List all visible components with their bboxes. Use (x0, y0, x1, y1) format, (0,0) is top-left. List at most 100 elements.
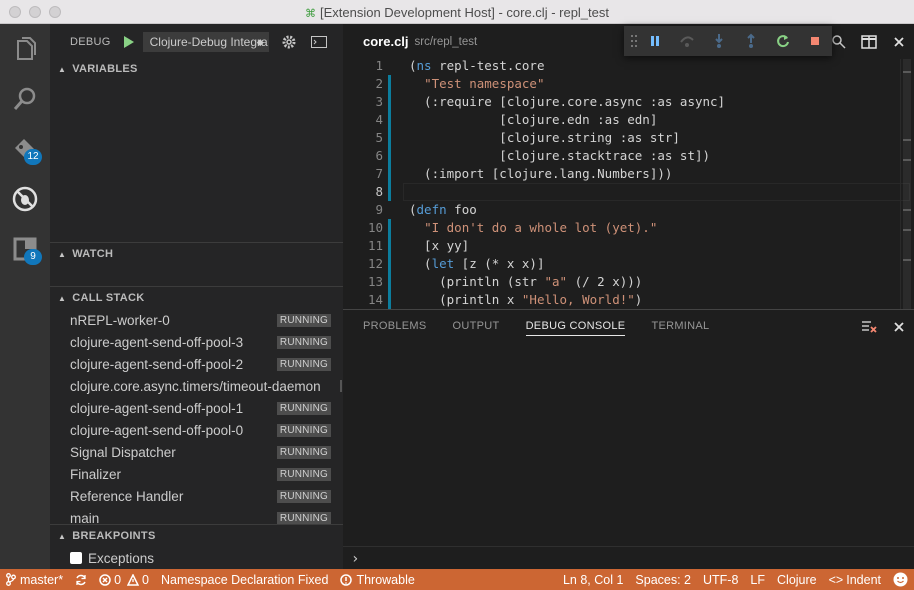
language-mode[interactable]: Clojure (771, 569, 823, 590)
git-branch-item[interactable]: master* (0, 569, 69, 590)
debug-console-button[interactable] (309, 32, 329, 52)
code-token: "Hello, World!" (521, 292, 635, 307)
pause-button[interactable] (639, 26, 671, 56)
collapse-triangle-icon: ▲ (58, 531, 67, 541)
step-into-icon (715, 34, 723, 48)
debug-activity[interactable] (0, 174, 50, 224)
variables-title: VARIABLES (72, 63, 138, 75)
close-panel-button[interactable] (884, 310, 914, 343)
watch-header[interactable]: ▲ WATCH (50, 243, 343, 265)
sync-button[interactable] (69, 569, 93, 590)
call-stack-row[interactable]: nREPL-worker-0 RUNNING (50, 309, 343, 331)
call-stack-row[interactable]: clojure-agent-send-off-pool-3 RUNNING (50, 331, 343, 353)
tab-core-clj[interactable]: core.clj src/repl_test (343, 24, 497, 59)
debug-icon (12, 186, 38, 212)
throwable-item[interactable]: Throwable (334, 569, 420, 590)
code-line[interactable]: 1 (ns repl-test.core (343, 59, 914, 75)
indentation-item[interactable]: Spaces: 2 (629, 569, 697, 590)
scm-activity[interactable]: 12 (0, 124, 50, 174)
line-text: (ns repl-test.core (409, 59, 544, 75)
debug-config-select[interactable]: Clojure-Debug Integrated ◆ (142, 31, 269, 52)
indent-item[interactable]: <> Indent (823, 569, 887, 590)
code-token: (println (str (409, 274, 545, 289)
call-stack-row[interactable]: Finalizer RUNNING (50, 463, 343, 485)
step-into-button[interactable] (703, 26, 735, 56)
eol-item[interactable]: LF (744, 569, 771, 590)
tab-problems[interactable]: PROBLEMS (353, 310, 437, 343)
call-stack-row[interactable]: clojure-agent-send-off-pool-0 RUNNING (50, 419, 343, 441)
drag-handle[interactable] (629, 34, 639, 48)
restart-button[interactable] (767, 26, 799, 56)
call-stack-row[interactable]: Signal Dispatcher RUNNING (50, 441, 343, 463)
clear-console-button[interactable] (854, 310, 884, 343)
code-line[interactable]: 11 [x yy] (343, 237, 914, 255)
call-stack-row[interactable]: clojure.core.async.timers/timeout-daemon (50, 375, 343, 397)
search-activity[interactable] (0, 74, 50, 124)
explorer-activity[interactable] (0, 24, 50, 74)
code-line[interactable]: 3 (:require [clojure.core.async :as asyn… (343, 93, 914, 111)
code-token: [z (* x x)] (454, 256, 545, 271)
collapse-triangle-icon: ▲ (58, 249, 67, 259)
line-number: 7 (375, 166, 383, 181)
start-debugging-button[interactable] (119, 32, 139, 52)
code-line[interactable]: 2 "Test namespace" (343, 75, 914, 93)
step-out-button[interactable] (735, 26, 767, 56)
open-launch-json-button[interactable] (279, 32, 299, 52)
call-stack-header[interactable]: ▲ CALL STACK (50, 287, 343, 309)
feedback-button[interactable] (887, 569, 914, 590)
extensions-activity[interactable]: 9 (0, 224, 50, 274)
breakpoints-header[interactable]: ▲ BREAKPOINTS (50, 525, 343, 547)
code-line[interactable]: 5 [clojure.string :as str] (343, 129, 914, 147)
code-brackets-icon: <> (828, 572, 844, 587)
thread-name: nREPL-worker-0 (70, 312, 170, 328)
code-line[interactable]: 12 (let [z (* x x)] (343, 255, 914, 273)
files-icon (17, 37, 36, 60)
tab-terminal[interactable]: TERMINAL (641, 310, 719, 343)
exceptions-checkbox[interactable] (70, 552, 82, 564)
repl-input[interactable]: › (351, 551, 359, 567)
cursor-position[interactable]: Ln 8, Col 1 (557, 569, 629, 590)
problems-item[interactable]: 0 0 (93, 569, 155, 590)
code-line[interactable]: 8 (343, 183, 914, 201)
call-stack-row[interactable]: clojure-agent-send-off-pool-2 RUNNING (50, 353, 343, 375)
thread-state-badge: RUNNING (276, 313, 331, 327)
split-editor-button[interactable] (854, 24, 884, 59)
code-token: (/ 2 x))) (567, 274, 643, 289)
code-line[interactable]: 9 (defn foo (343, 201, 914, 219)
scrollbar-thumb[interactable] (903, 59, 911, 309)
line-number: 1 (375, 59, 383, 73)
code-line[interactable]: 6 [clojure.stacktrace :as st]) (343, 147, 914, 165)
code-line[interactable]: 13 (println (str "a" (/ 2 x))) (343, 273, 914, 291)
tab-debug-console[interactable]: DEBUG CONSOLE (516, 310, 636, 343)
warning-icon (127, 573, 140, 586)
code-line[interactable]: 14 (println x "Hello, World!") (343, 291, 914, 309)
code-line[interactable]: 7 (:import [clojure.lang.Numbers])) (343, 165, 914, 183)
code-line[interactable]: 10 "I don't do a whole lot (yet)." (343, 219, 914, 237)
line-number: 13 (367, 274, 383, 289)
title-bar: ⌘ [Extension Development Host] - core.clj… (0, 0, 914, 24)
line-number: 9 (375, 202, 383, 217)
code-token: "Test namespace" (424, 76, 545, 91)
stop-button[interactable] (799, 26, 831, 56)
tab-output[interactable]: OUTPUT (443, 310, 510, 343)
call-stack-row[interactable]: Reference Handler RUNNING (50, 485, 343, 507)
exceptions-breakpoint-row[interactable]: Exceptions (50, 547, 343, 569)
code-editor[interactable]: 1 (ns repl-test.core 2 "Test namespace" 3 (… (343, 59, 914, 309)
editor-actions (824, 24, 914, 59)
code-line[interactable]: 4 [clojure.edn :as edn] (343, 111, 914, 129)
editor-scrollbar[interactable] (900, 59, 914, 309)
open-changes-icon (832, 34, 846, 49)
encoding-item[interactable]: UTF-8 (697, 569, 744, 590)
close-editor-button[interactable] (884, 24, 914, 59)
split-editor-icon (861, 34, 877, 49)
close-icon (894, 321, 904, 332)
line-text: "Test namespace" (409, 75, 544, 93)
thread-name: clojure-agent-send-off-pool-3 (70, 334, 244, 350)
smiley-icon (893, 572, 908, 587)
code-token: [x yy] (409, 238, 470, 253)
variables-header[interactable]: ▲ VARIABLES (50, 58, 343, 80)
floating-debug-toolbar (624, 26, 832, 56)
step-over-button[interactable] (671, 26, 703, 56)
call-stack-row[interactable]: clojure-agent-send-off-pool-1 RUNNING (50, 397, 343, 419)
